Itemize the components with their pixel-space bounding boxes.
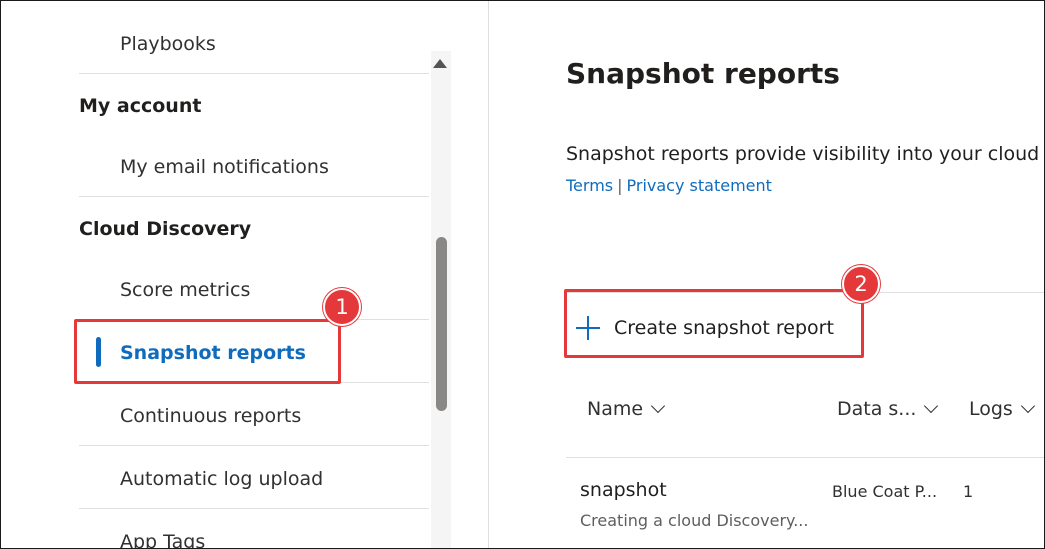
- chevron-down-icon: [650, 398, 666, 414]
- report-name-link[interactable]: snapshot: [580, 479, 667, 501]
- scroll-up-arrow-icon[interactable]: [433, 59, 447, 68]
- sidebar-item-score-metrics[interactable]: Score metrics: [120, 278, 250, 302]
- table-header-divider: [566, 457, 1044, 458]
- chevron-down-icon: [924, 398, 939, 414]
- app-window: Playbooks My account My email notificati…: [0, 0, 1045, 549]
- legal-links: Terms | Privacy statement: [566, 176, 772, 195]
- page-description: Snapshot reports provide visibility into…: [566, 143, 1045, 165]
- terms-link[interactable]: Terms: [566, 176, 613, 195]
- highlight-box-1: [74, 319, 341, 384]
- settings-sidebar: Playbooks My account My email notificati…: [1, 1, 489, 548]
- link-separator: |: [617, 176, 623, 195]
- column-header-logs-label: Logs: [969, 398, 1013, 420]
- column-header-data-source[interactable]: Data s...: [837, 398, 939, 420]
- step-badge-1: 1: [323, 288, 361, 326]
- sidebar-scrollbar-thumb[interactable]: [436, 237, 447, 411]
- report-data-source: Blue Coat P...: [832, 482, 938, 501]
- page-title: Snapshot reports: [566, 57, 840, 90]
- sidebar-section-cloud-discovery: Cloud Discovery: [79, 218, 252, 240]
- column-header-name[interactable]: Name: [587, 398, 666, 420]
- privacy-statement-link[interactable]: Privacy statement: [627, 176, 772, 195]
- sidebar-item-playbooks[interactable]: Playbooks: [120, 32, 216, 56]
- sidebar-item-my-email-notifications[interactable]: My email notifications: [120, 155, 329, 179]
- column-header-name-label: Name: [587, 398, 644, 420]
- sidebar-item-continuous-reports[interactable]: Continuous reports: [120, 404, 301, 428]
- report-logs-count: 1: [963, 482, 974, 501]
- chevron-down-icon: [1020, 398, 1035, 414]
- sidebar-item-app-tags[interactable]: App Tags: [120, 530, 205, 548]
- report-description: Creating a cloud Discovery...: [580, 511, 809, 530]
- column-header-logs[interactable]: Logs: [969, 398, 1035, 420]
- highlight-box-2: [564, 289, 864, 358]
- column-header-data-source-label: Data s...: [837, 398, 917, 420]
- sidebar-item-automatic-log-upload[interactable]: Automatic log upload: [120, 467, 323, 491]
- main-content: Snapshot reports Snapshot reports provid…: [490, 1, 1045, 548]
- sidebar-section-my-account: My account: [79, 95, 202, 117]
- step-badge-2: 2: [842, 265, 880, 303]
